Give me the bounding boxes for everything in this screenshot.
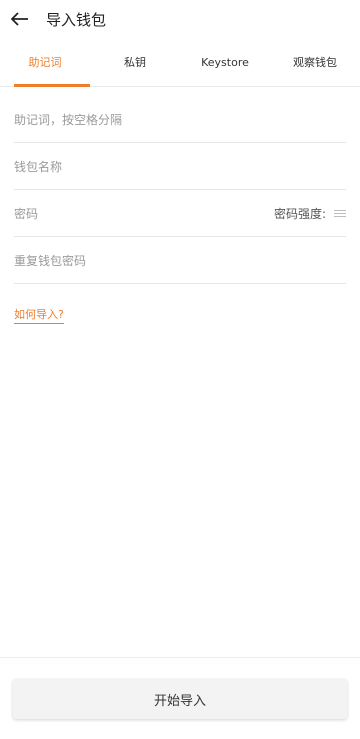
tab-watch-wallet[interactable]: 观察钱包 <box>270 38 360 86</box>
repeat-password-placeholder: 重复钱包密码 <box>14 253 87 268</box>
bottom-divider <box>0 657 360 658</box>
mnemonic-placeholder: 助记词，按空格分隔 <box>14 112 123 127</box>
back-button[interactable] <box>2 0 38 38</box>
import-form: 助记词，按空格分隔 钱包名称 密码 密码强度: 重复钱包密码 <box>0 96 360 284</box>
strength-bars-icon <box>334 208 346 219</box>
tab-private-key[interactable]: 私钥 <box>90 38 180 86</box>
how-to-import-link[interactable]: 如何导入? <box>14 306 64 324</box>
tab-keystore[interactable]: Keystore <box>180 38 270 86</box>
page-title: 导入钱包 <box>46 10 107 29</box>
wallet-name-field[interactable]: 钱包名称 <box>14 143 346 190</box>
wallet-name-placeholder: 钱包名称 <box>14 159 63 174</box>
password-strength: 密码强度: <box>274 205 346 222</box>
password-field[interactable]: 密码 密码强度: <box>14 190 346 237</box>
start-import-button[interactable]: 开始导入 <box>13 679 347 719</box>
app-header: 导入钱包 <box>0 0 360 38</box>
import-tabs: 助记词 私钥 Keystore 观察钱包 <box>0 38 360 87</box>
password-strength-label: 密码强度: <box>273 206 326 221</box>
repeat-password-field[interactable]: 重复钱包密码 <box>14 237 346 284</box>
password-placeholder: 密码 <box>14 206 39 221</box>
tab-mnemonic[interactable]: 助记词 <box>0 38 90 87</box>
mnemonic-field[interactable]: 助记词，按空格分隔 <box>14 96 346 143</box>
arrow-left-icon <box>11 12 28 26</box>
